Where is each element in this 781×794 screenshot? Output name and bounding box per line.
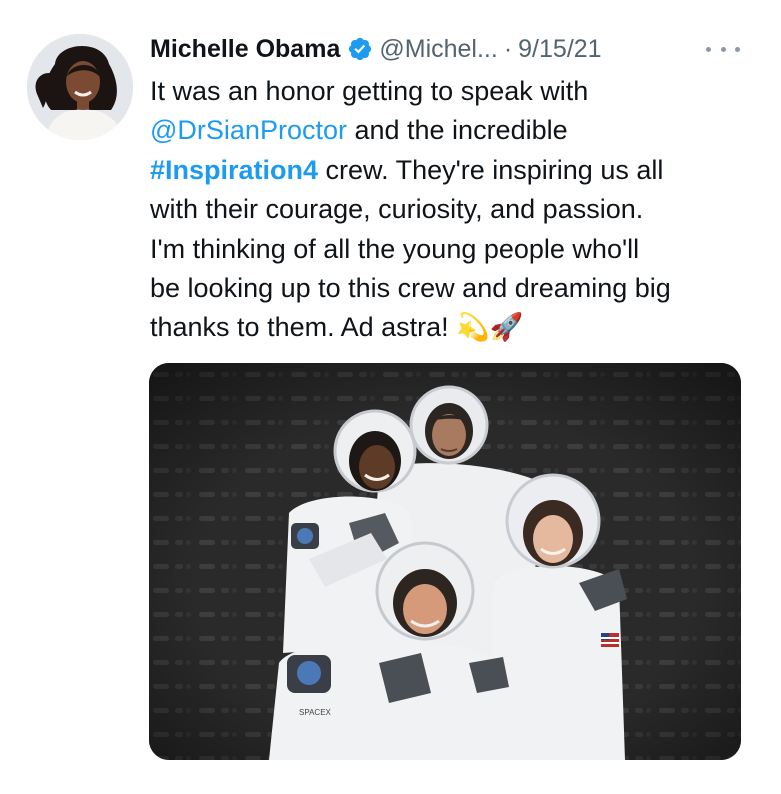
more-options-icon[interactable] [706, 36, 740, 62]
avatar-photo-icon [27, 34, 133, 140]
author-name[interactable]: Michelle Obama [150, 35, 340, 64]
mention-link[interactable]: @DrSianProctor [150, 115, 347, 145]
verified-badge-icon [349, 37, 372, 61]
tweet-text-line-2-rest: and the incredible [346, 115, 568, 146]
tweet-media-photo[interactable]: SPACEX [149, 363, 741, 760]
tweet-header: Michelle Obama @Michel... · 9/15/21 [150, 30, 602, 68]
tweet-text-line-3: #Inspiration4 crew. They're inspiring us… [150, 151, 760, 190]
crew-photo-icon: SPACEX [149, 363, 741, 760]
tweet-text-line-7-text: thanks to them. Ad astra! [150, 312, 449, 343]
tweet-date[interactable]: 9/15/21 [518, 35, 601, 64]
tweet-text-line-4: with their courage, curiosity, and passi… [150, 194, 644, 225]
author-handle[interactable]: @Michel... [379, 35, 497, 64]
tweet-text-line-1: It was an honor getting to speak with [150, 76, 589, 106]
separator-dot: · [503, 34, 513, 63]
suit-patch-text: SPACEX [299, 708, 332, 717]
tweet-text-line-3-rest: crew. They're inspiring us all [318, 154, 664, 185]
tweet-text-line-5: I'm thinking of all the young people who… [150, 233, 640, 264]
tweet-text-line-6: be looking up to this crew and dreaming … [150, 273, 671, 304]
author-avatar[interactable] [27, 34, 133, 140]
hashtag-link[interactable]: #Inspiration4 [150, 155, 318, 185]
tweet-text-line-7: thanks to them. Ad astra! 💫🚀 [150, 308, 760, 347]
tweet-text: It was an honor getting to speak with @D… [150, 72, 760, 348]
dizzy-rocket-emoji-icon: 💫🚀 [456, 312, 524, 343]
tweet-text-line-2: @DrSianProctor and the incredible [150, 111, 760, 150]
